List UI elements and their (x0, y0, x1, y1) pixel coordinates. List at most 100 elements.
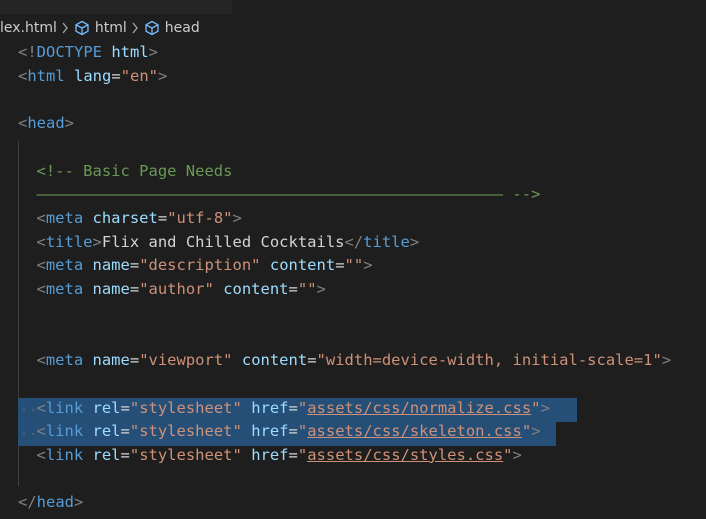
token-tag: title (363, 232, 410, 251)
token-string: "stylesheet" (129, 422, 242, 441)
token-eq: = (335, 256, 345, 275)
token-eq: = (111, 66, 121, 85)
token-string: "" (297, 280, 317, 298)
whitespace-marker (23, 433, 25, 435)
token-comment: <!-- Basic Page Needs (36, 161, 233, 180)
code-line-meta-description: <meta name="description" content=""> (37, 254, 373, 278)
token-tag: link (45, 398, 84, 417)
token-attr: name (92, 351, 130, 370)
token-eq: = (129, 256, 140, 275)
token-tag: meta (45, 256, 84, 275)
token-tag: meta (45, 351, 84, 370)
token-punct: < (36, 422, 46, 441)
token-string: "" (344, 256, 364, 275)
code-line-head-open: <head> (18, 112, 74, 136)
token-value: html (111, 43, 149, 61)
token-string: "en" (120, 66, 159, 85)
token-tag: head (27, 114, 65, 133)
token-attr: name (92, 280, 130, 298)
token-eq: = (288, 422, 298, 441)
token-eq: = (129, 280, 140, 298)
token-attr: rel (92, 445, 121, 464)
token-string: "stylesheet" (129, 398, 242, 417)
token-attr: rel (92, 422, 121, 441)
token-punct: </ (18, 493, 37, 512)
breadcrumb-item-head[interactable]: head (144, 20, 200, 36)
chevron-right-icon (61, 22, 69, 34)
tab-bar-strip (0, 0, 706, 14)
token-text: Flix and Chilled Cocktails (101, 232, 345, 251)
token-punct: < (18, 66, 28, 85)
editor-tab-edge[interactable] (0, 0, 232, 14)
code-line-link-styles: <link rel="stylesheet" href="assets/css/… (37, 444, 522, 468)
token-string: "width=device-width, initial-scale=1" (316, 351, 662, 370)
code-line-title: <title>Flix and Chilled Cocktails</title… (37, 231, 420, 255)
token-punct: > (232, 208, 242, 227)
token-punct: > (158, 66, 168, 85)
token-string: " (521, 422, 532, 441)
token-punct: < (36, 445, 46, 464)
token-string: " (503, 445, 513, 464)
token-attr: content (223, 280, 289, 298)
token-tag: link (45, 422, 84, 441)
symbol-tag-icon (144, 20, 160, 36)
token-attr: name (92, 256, 130, 275)
token-link[interactable]: assets/css/normalize.css (307, 399, 531, 417)
token-eq: = (129, 351, 140, 370)
whitespace-marker (32, 409, 34, 411)
code-line-head-close: </head> (18, 491, 83, 515)
token-tag: meta (45, 208, 84, 227)
token-eq: = (120, 445, 130, 464)
token-attr: content (269, 256, 336, 275)
token-string: " (297, 398, 308, 417)
whitespace-marker (23, 409, 25, 411)
token-punct: > (92, 232, 102, 251)
code-line-link-normalize: <link rel="stylesheet" href="assets/css/… (37, 397, 550, 421)
token-eq: = (288, 445, 298, 464)
code-line-comment: <!-- Basic Page Needs (37, 160, 233, 184)
token-keyword: DOCTYPE (36, 43, 102, 61)
breadcrumb: lex.html html head (0, 17, 200, 39)
token-attr: charset (92, 208, 158, 227)
breadcrumb-file[interactable]: lex.html (0, 20, 57, 36)
token-string: "viewport" (139, 351, 233, 370)
token-eq: = (307, 351, 317, 370)
token-eq: = (120, 398, 130, 417)
token-punct: </ (344, 232, 364, 251)
code-line-html-open: <html lang="en"> (18, 65, 167, 89)
token-punct: > (74, 493, 84, 512)
code-line-meta-author: <meta name="author" content=""> (37, 278, 326, 302)
token-attr: href (251, 422, 289, 441)
token-punct: < (36, 398, 46, 417)
token-tag: head (36, 493, 74, 512)
token-string: "utf-8" (167, 208, 233, 227)
code-line-meta-viewport: <meta name="viewport" content="width=dev… (37, 349, 672, 373)
token-string: "author" (139, 280, 214, 298)
token-punct: > (148, 43, 159, 61)
chevron-right-icon (131, 22, 139, 34)
token-punct: > (64, 114, 75, 133)
token-tag: meta (45, 280, 84, 298)
breadcrumb-item-html[interactable]: html (74, 20, 127, 36)
token-comment: ––––––––––––––––––––––––––––––––––––––––… (36, 185, 541, 204)
token-attr: content (241, 351, 308, 370)
token-eq: = (288, 280, 298, 298)
token-attr: href (251, 398, 289, 417)
code-line-link-skeleton: <link rel="stylesheet" href="assets/css/… (37, 420, 541, 444)
token-tag: link (45, 445, 84, 464)
code-line-comment: ––––––––––––––––––––––––––––––––––––––––… (37, 183, 541, 207)
token-link[interactable]: assets/css/styles.css (307, 446, 503, 464)
token-attr: lang (74, 66, 112, 85)
token-link[interactable]: assets/css/skeleton.css (307, 422, 522, 440)
token-tag: html (27, 66, 65, 85)
token-punct: > (316, 280, 326, 298)
